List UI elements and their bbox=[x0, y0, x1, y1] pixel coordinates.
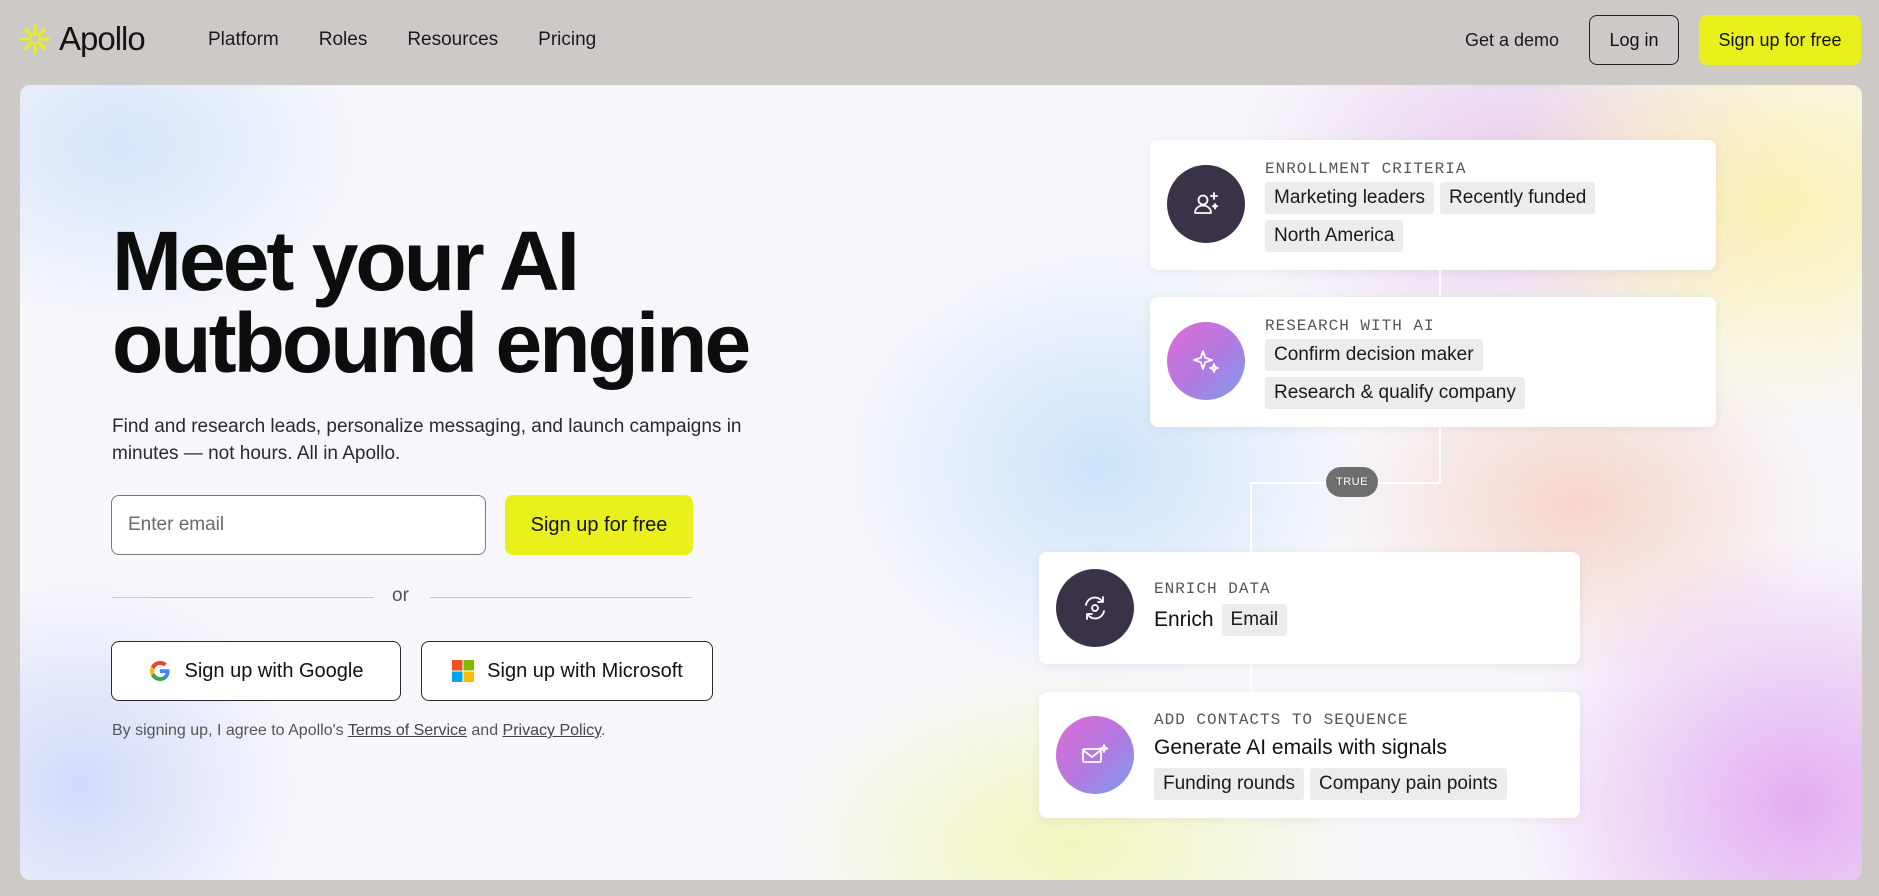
legal-and: and bbox=[466, 722, 503, 739]
divider-left bbox=[112, 597, 374, 598]
sequence-icon-circle bbox=[1056, 716, 1134, 794]
apollo-logo[interactable]: Apollo bbox=[19, 20, 146, 58]
research-chips: Confirm decision maker Research & qualify… bbox=[1265, 339, 1685, 415]
nav-platform[interactable]: Platform bbox=[208, 28, 279, 52]
chip-confirm-decision-maker: Confirm decision maker bbox=[1265, 339, 1483, 371]
enrollment-criteria-card[interactable]: ENROLLMENT CRITERIA Marketing leaders Rec… bbox=[1150, 140, 1716, 270]
true-badge: TRUE bbox=[1326, 467, 1378, 497]
divider-or: or bbox=[392, 585, 409, 606]
research-icon-circle bbox=[1167, 322, 1245, 400]
enrollment-chips: Marketing leaders Recently funded North Am… bbox=[1265, 182, 1685, 258]
enrich-data-card[interactable]: ENRICH DATA Enrich Email bbox=[1039, 552, 1580, 664]
nav-signup-button[interactable]: Sign up for free bbox=[1699, 15, 1861, 65]
chip-company-pain-points: Company pain points bbox=[1310, 768, 1507, 800]
user-sparkle-icon bbox=[1194, 192, 1219, 214]
enrich-row: Enrich Email bbox=[1154, 604, 1554, 642]
logo-text: Apollo bbox=[59, 20, 146, 57]
chip-marketing-leaders: Marketing leaders bbox=[1265, 182, 1435, 214]
login-button[interactable]: Log in bbox=[1589, 15, 1679, 65]
legal-prefix: By signing up, I agree to Apollo's bbox=[112, 722, 348, 739]
chip-research-qualify-company: Research & qualify company bbox=[1265, 377, 1525, 409]
enrich-label: ENRICH DATA bbox=[1154, 580, 1271, 598]
hero-subtext: Find and research leads, personalize mes… bbox=[112, 416, 742, 464]
divider-right bbox=[430, 597, 692, 598]
enrollment-icon-circle bbox=[1167, 165, 1245, 243]
hero-panel: Meet your AI outbound engine Find and re… bbox=[20, 85, 1862, 880]
chip-north-america: North America bbox=[1265, 220, 1404, 252]
google-signup-button[interactable]: Sign up with Google bbox=[111, 641, 401, 701]
research-ai-card[interactable]: RESEARCH WITH AI Confirm decision maker R… bbox=[1150, 297, 1716, 427]
headline-line-1: Meet your AI bbox=[112, 214, 580, 308]
legal-text: By signing up, I agree to Apollo's Terms… bbox=[112, 722, 605, 740]
top-nav: Apollo Platform Roles Resources Pricing … bbox=[0, 0, 1879, 80]
headline-line-2: outbound engine bbox=[112, 296, 751, 390]
nav-roles[interactable]: Roles bbox=[319, 28, 368, 52]
sparkle-icon bbox=[1193, 350, 1219, 373]
sequence-label: ADD CONTACTS TO SEQUENCE bbox=[1154, 711, 1409, 729]
add-to-sequence-card[interactable]: ADD CONTACTS TO SEQUENCE Generate AI ema… bbox=[1039, 692, 1580, 818]
research-label: RESEARCH WITH AI bbox=[1265, 317, 1435, 335]
enrollment-label: ENROLLMENT CRITERIA bbox=[1265, 160, 1467, 178]
nav-actions: Get a demo Log in Sign up for free bbox=[1465, 15, 1861, 65]
sequence-title: Generate AI emails with signals bbox=[1154, 736, 1447, 759]
nav-links: Platform Roles Resources Pricing bbox=[208, 28, 636, 52]
get-demo-link[interactable]: Get a demo bbox=[1465, 30, 1559, 51]
chip-recently-funded: Recently funded bbox=[1440, 182, 1596, 214]
apollo-logo-icon bbox=[20, 24, 50, 54]
google-signup-label: Sign up with Google bbox=[184, 659, 364, 682]
nav-pricing[interactable]: Pricing bbox=[538, 28, 596, 52]
mail-sparkle-icon bbox=[1082, 744, 1109, 763]
microsoft-signup-label: Sign up with Microsoft bbox=[487, 659, 683, 682]
microsoft-icon bbox=[452, 660, 475, 682]
chip-email: Email bbox=[1221, 604, 1288, 636]
enrich-title: Enrich bbox=[1154, 608, 1214, 631]
hero-headline: Meet your AI outbound engine bbox=[112, 214, 812, 390]
email-input[interactable] bbox=[111, 495, 486, 555]
chip-funding-rounds: Funding rounds bbox=[1154, 768, 1305, 800]
microsoft-signup-button[interactable]: Sign up with Microsoft bbox=[421, 641, 713, 701]
sequence-chips: Funding rounds Company pain points bbox=[1154, 768, 1574, 806]
google-icon bbox=[150, 661, 171, 681]
nav-resources[interactable]: Resources bbox=[407, 28, 498, 52]
hero-signup-button[interactable]: Sign up for free bbox=[505, 495, 693, 555]
privacy-link[interactable]: Privacy Policy bbox=[503, 722, 601, 739]
terms-link[interactable]: Terms of Service bbox=[348, 722, 467, 739]
refresh-icon bbox=[1085, 596, 1105, 620]
legal-suffix: . bbox=[600, 722, 606, 739]
enrich-icon-circle bbox=[1056, 569, 1134, 647]
